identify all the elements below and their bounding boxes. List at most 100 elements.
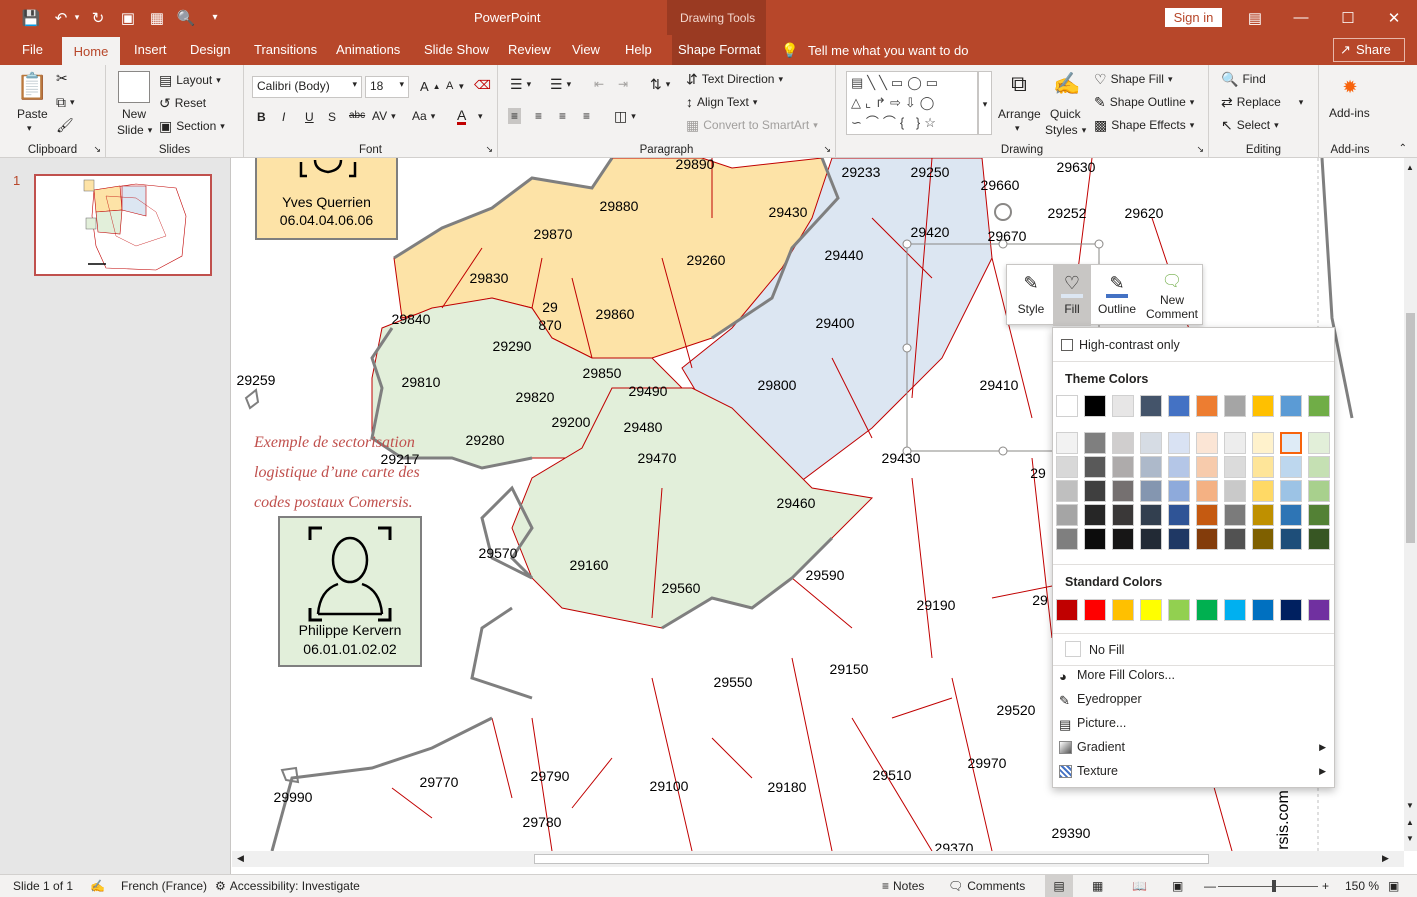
standard-color-swatch[interactable] [1056,599,1078,621]
tab-view[interactable]: View [566,35,606,65]
theme-shade-swatch[interactable] [1168,456,1190,478]
standard-color-swatch[interactable] [1224,599,1246,621]
theme-shade-swatch[interactable] [1224,480,1246,502]
theme-color-swatch[interactable] [1140,395,1162,417]
numbering-button[interactable]: ☰ ▾ [550,77,571,91]
undo-dropdown-icon[interactable]: ▾ [70,0,84,35]
theme-shade-swatch[interactable] [1280,528,1302,550]
arrange-button[interactable]: Arrange [998,107,1041,121]
quick-styles-icon[interactable]: ✍ [1050,71,1084,105]
shape-fill-button[interactable]: ♡ Shape Fill ▾ [1094,72,1172,86]
sign-in-button[interactable]: Sign in [1165,8,1222,27]
theme-shade-swatch[interactable] [1252,480,1274,502]
tab-design[interactable]: Design [184,35,236,65]
dialog-launcher-icon[interactable]: ↘ [1196,144,1204,155]
contact-card-yves[interactable]: Yves Querrien 06.04.04.06.06 [255,158,398,240]
grow-font-button[interactable]: A ▲ [420,79,441,94]
new-slide-label-1[interactable]: New [122,107,146,121]
tab-shape-format[interactable]: Shape Format [672,35,767,65]
tab-review[interactable]: Review [502,35,557,65]
gradient-menu-item[interactable]: Gradient [1077,740,1125,754]
horizontal-scrollbar[interactable]: ◀ ▶ [232,851,1404,867]
quick-styles-label-1[interactable]: Quick [1050,107,1081,121]
increase-indent-icon[interactable]: ⇥ [618,77,628,91]
tab-transitions[interactable]: Transitions [248,35,323,65]
theme-shade-swatch[interactable] [1196,432,1218,454]
slide-thumbnail-1[interactable] [34,174,212,276]
align-text-button[interactable]: ↕ Align Text ▾ [686,95,757,109]
theme-shade-swatch[interactable] [1140,504,1162,526]
scroll-up-icon[interactable]: ▲ [1406,163,1414,172]
no-fill-menu-item[interactable]: No Fill [1089,643,1124,657]
find-button[interactable]: 🔍 Find [1221,72,1266,86]
theme-shade-swatch[interactable] [1196,504,1218,526]
tab-animations[interactable]: Animations [330,35,406,65]
collapse-ribbon-icon[interactable]: ⌃ [1399,143,1407,154]
spell-check-icon[interactable]: ✍ [90,879,105,893]
underline-button[interactable]: U [305,110,314,124]
align-right-icon[interactable]: ≡ [559,109,566,123]
redo-icon[interactable]: ↻ [86,0,110,35]
format-painter-icon[interactable]: 🖌 [56,118,74,132]
slide-show-view-icon[interactable]: ▣ [1172,879,1183,893]
new-comment-button[interactable]: 🗨 New Comment [1143,265,1201,326]
theme-shade-swatch[interactable] [1252,504,1274,526]
picture-menu-item[interactable]: Picture... [1077,716,1126,730]
theme-shade-swatch[interactable] [1084,504,1106,526]
reset-button[interactable]: ↺ Reset [159,96,206,110]
texture-menu-item[interactable]: Texture [1077,764,1118,778]
tab-file[interactable]: File [16,35,49,65]
layout-button[interactable]: ▤ Layout ▾ [159,73,221,87]
shape-outline-button[interactable]: ✎ Shape Outline ▾ [1094,95,1194,109]
previous-slide-icon[interactable]: ▲ [1406,818,1414,827]
save-icon[interactable]: 💾 [19,0,43,35]
shrink-font-button[interactable]: A ▼ [446,80,465,92]
select-button[interactable]: ↖ Select ▾ [1221,118,1279,132]
theme-shade-swatch[interactable] [1224,528,1246,550]
theme-color-swatch[interactable] [1280,395,1302,417]
theme-shade-swatch[interactable] [1168,480,1190,502]
theme-shade-swatch[interactable] [1112,528,1134,550]
paste-dropdown-icon[interactable]: ▾ [27,123,32,134]
paste-icon[interactable]: 📋 [16,71,48,107]
slide-caption[interactable]: Exemple de sectorisation logistique d’un… [254,428,454,518]
cut-icon[interactable]: ✂ [56,71,68,85]
quick-styles-button[interactable]: Styles ▾ [1045,123,1086,137]
tell-me-search[interactable]: Tell me what you want to do [808,43,968,58]
fill-button[interactable]: ♡ Fill [1053,265,1091,326]
language-indicator[interactable]: French (France) [121,879,207,893]
dialog-launcher-icon[interactable]: ↘ [485,144,493,155]
standard-color-swatch[interactable] [1140,599,1162,621]
theme-shade-swatch[interactable] [1056,480,1078,502]
theme-shade-swatch[interactable] [1084,528,1106,550]
standard-color-swatch[interactable] [1112,599,1134,621]
reading-view-icon[interactable]: 📖 [1132,879,1147,893]
next-slide-icon[interactable]: ▼ [1406,834,1414,843]
scroll-left-icon[interactable]: ◀ [237,853,244,864]
arrange-dropdown-icon[interactable]: ▾ [1015,123,1020,134]
standard-color-swatch[interactable] [1084,599,1106,621]
tab-insert[interactable]: Insert [128,35,173,65]
normal-view-icon[interactable]: ▤ [1045,875,1073,897]
contact-card-philippe[interactable]: Philippe Kervern 06.01.01.02.02 [278,516,422,667]
theme-shade-swatch[interactable] [1196,480,1218,502]
zoom-slider[interactable] [1218,886,1318,887]
font-color-dropdown-icon[interactable]: ▾ [478,111,483,122]
maximize-button[interactable]: ☐ [1325,0,1371,35]
theme-shade-swatch[interactable] [1280,432,1302,454]
theme-shade-swatch[interactable] [1056,528,1078,550]
zoom-level[interactable]: 150 % [1345,879,1379,893]
fit-slide-icon[interactable]: ▣ [1388,879,1399,893]
standard-color-swatch[interactable] [1196,599,1218,621]
theme-shade-swatch[interactable] [1168,504,1190,526]
decrease-indent-icon[interactable]: ⇤ [594,77,604,91]
theme-shade-swatch[interactable] [1084,456,1106,478]
theme-color-swatch[interactable] [1252,395,1274,417]
shadow-button[interactable]: S [328,110,336,124]
theme-shade-swatch[interactable] [1252,528,1274,550]
paste-button[interactable]: Paste [17,107,48,121]
ribbon-display-options-icon[interactable]: ▤ [1232,0,1278,35]
scroll-thumb[interactable] [1406,313,1415,543]
theme-color-swatch[interactable] [1056,395,1078,417]
theme-shade-swatch[interactable] [1308,432,1330,454]
